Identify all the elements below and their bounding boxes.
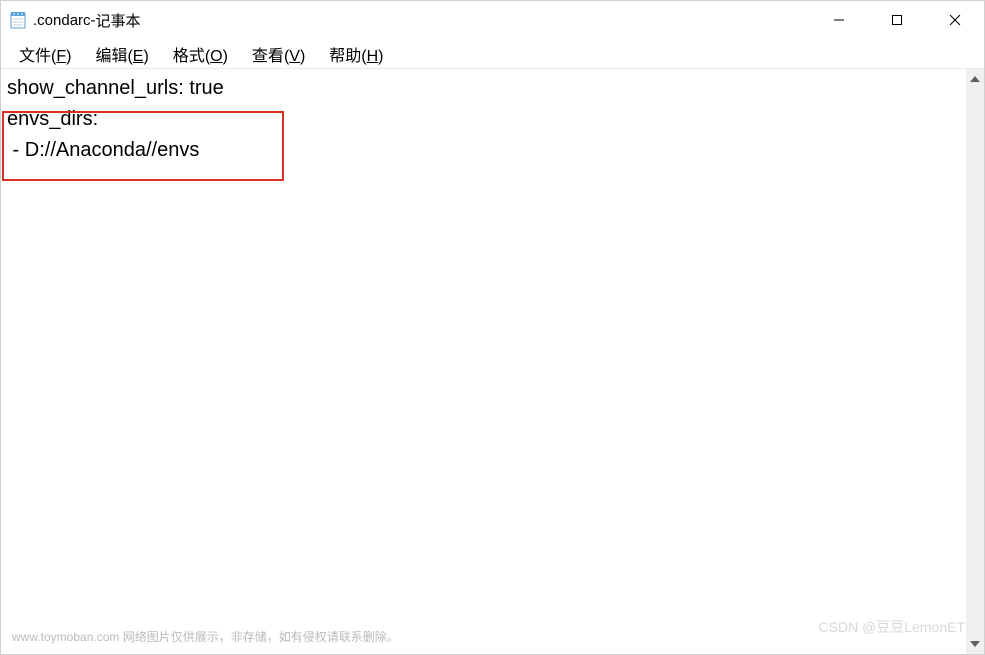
notepad-icon xyxy=(9,11,27,29)
menu-edit[interactable]: 编辑(E) xyxy=(85,39,158,69)
text-line: - D://Anaconda//envs xyxy=(7,135,960,166)
window-title-appname: 记事本 xyxy=(96,10,141,31)
maximize-button[interactable] xyxy=(868,1,926,39)
scroll-down-arrow-icon[interactable] xyxy=(967,636,983,652)
vertical-scrollbar[interactable] xyxy=(966,69,984,654)
minimize-button[interactable] xyxy=(810,1,868,39)
text-line: envs_dirs: xyxy=(7,104,960,135)
menubar: 文件(F) 编辑(E) 格式(O) 查看(V) 帮助(H) xyxy=(1,39,984,69)
window-controls xyxy=(810,1,984,39)
menu-file[interactable]: 文件(F) xyxy=(9,39,81,69)
watermark-left: www.toymoban.com 网络图片仅供展示，非存储，如有侵权请联系删除。 xyxy=(12,628,399,645)
text-line: show_channel_urls: true xyxy=(7,73,960,104)
notepad-window: .condarc - 记事本 文件(F) 编辑(E) 格式(O) 查看(V) 帮… xyxy=(0,0,985,655)
menu-format[interactable]: 格式(O) xyxy=(163,39,238,69)
text-editor[interactable]: show_channel_urls: trueenvs_dirs: - D://… xyxy=(1,69,966,654)
menu-help[interactable]: 帮助(H) xyxy=(319,39,393,69)
watermark-right: CSDN @豆豆LemonET xyxy=(819,617,965,637)
scroll-up-arrow-icon[interactable] xyxy=(967,71,983,87)
titlebar[interactable]: .condarc - 记事本 xyxy=(1,1,984,39)
menu-view[interactable]: 查看(V) xyxy=(242,39,315,69)
window-title-filename: .condarc xyxy=(33,12,91,29)
close-button[interactable] xyxy=(926,1,984,39)
content-area: show_channel_urls: trueenvs_dirs: - D://… xyxy=(1,69,984,654)
